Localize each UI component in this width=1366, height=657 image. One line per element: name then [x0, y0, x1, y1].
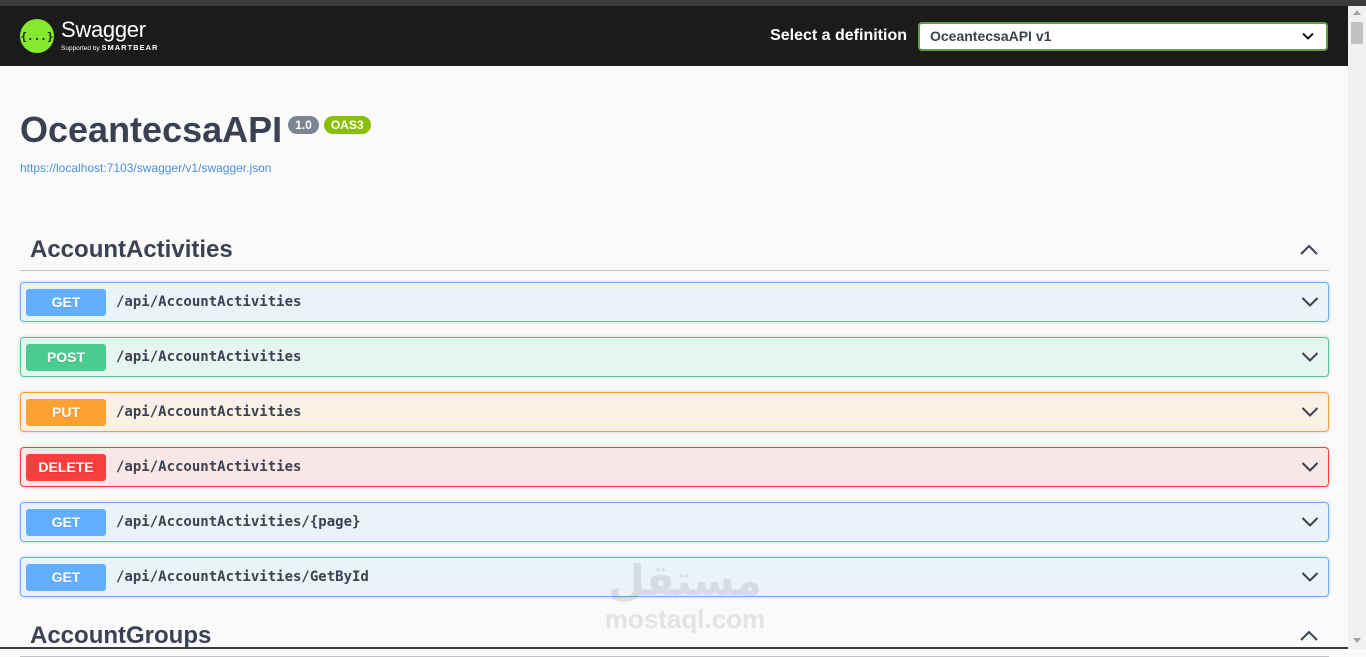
- method-badge: DELETE: [26, 453, 106, 481]
- oas-badge: OAS3: [323, 116, 371, 134]
- chevron-down-icon[interactable]: [1301, 351, 1319, 363]
- operation-path: /api/AccountActivities: [116, 459, 302, 475]
- chevron-up-icon[interactable]: [1299, 243, 1319, 257]
- operation-get-accountactivities[interactable]: GET /api/AccountActivities: [20, 282, 1329, 322]
- operation-path: /api/AccountActivities: [116, 294, 302, 310]
- method-badge: GET: [26, 508, 106, 536]
- method-badge: PUT: [26, 398, 106, 426]
- tag-section-accountactivities: AccountActivities: [20, 229, 1329, 271]
- chevron-down-icon[interactable]: [1301, 461, 1319, 473]
- tag-title: AccountGroups: [30, 621, 212, 649]
- scroll-up-arrow-icon[interactable]: [1353, 10, 1361, 15]
- scroll-down-arrow-icon[interactable]: [1353, 638, 1361, 643]
- method-badge: GET: [26, 288, 106, 316]
- operation-path: /api/AccountActivities: [116, 349, 302, 365]
- chevron-down-icon[interactable]: [1301, 516, 1319, 528]
- logo-text: Swagger Supported by SMARTBEAR: [61, 19, 158, 53]
- method-badge: POST: [26, 343, 106, 371]
- spec-url-link[interactable]: https://localhost:7103/swagger/v1/swagge…: [20, 161, 1330, 175]
- scroll-thumb[interactable]: [1351, 22, 1363, 44]
- chevron-down-icon: [1302, 32, 1314, 40]
- api-info: OceantecsaAPI 1.0 OAS3 https://localhost…: [20, 112, 1330, 175]
- tag-title: AccountActivities: [30, 235, 233, 263]
- operation-put-accountactivities[interactable]: PUT /api/AccountActivities: [20, 392, 1329, 432]
- swagger-logo[interactable]: {...} Swagger Supported by SMARTBEAR: [20, 19, 158, 53]
- operation-get-accountactivities-getbyid[interactable]: GET /api/AccountActivities/GetById: [20, 557, 1329, 597]
- chevron-down-icon[interactable]: [1301, 406, 1319, 418]
- definition-select[interactable]: OceantecsaAPI v1: [918, 21, 1328, 51]
- chevron-down-icon[interactable]: [1301, 296, 1319, 308]
- definition-select-value: OceantecsaAPI v1: [930, 28, 1052, 44]
- operation-post-accountactivities[interactable]: POST /api/AccountActivities: [20, 337, 1329, 377]
- version-badge: 1.0: [288, 116, 319, 134]
- chevron-up-icon[interactable]: [1299, 629, 1319, 643]
- definition-selector: Select a definition OceantecsaAPI v1: [770, 21, 1328, 51]
- operation-path: /api/AccountActivities/GetById: [116, 569, 369, 585]
- operation-path: /api/AccountActivities/{page}: [116, 514, 361, 530]
- logo-subtitle-brand: SMARTBEAR: [101, 43, 159, 53]
- logo-subtitle: Supported by SMARTBEAR: [61, 44, 158, 53]
- definition-label: Select a definition: [770, 27, 907, 44]
- chevron-down-icon[interactable]: [1301, 571, 1319, 583]
- page-scrollbar[interactable]: [1348, 6, 1366, 649]
- operation-delete-accountactivities[interactable]: DELETE /api/AccountActivities: [20, 447, 1329, 487]
- topbar: {...} Swagger Supported by SMARTBEAR Sel…: [0, 6, 1348, 66]
- title-row: OceantecsaAPI 1.0 OAS3: [20, 112, 1330, 148]
- operation-path: /api/AccountActivities: [116, 404, 302, 420]
- operation-get-accountactivities-page[interactable]: GET /api/AccountActivities/{page}: [20, 502, 1329, 542]
- tag-header[interactable]: AccountGroups: [20, 615, 1329, 657]
- logo-subtitle-prefix: Supported by: [61, 45, 100, 53]
- logo-name: Swagger: [61, 17, 146, 43]
- tag-header[interactable]: AccountActivities: [20, 229, 1329, 271]
- tag-section-accountgroups: AccountGroups: [20, 615, 1329, 657]
- method-badge: GET: [26, 563, 106, 591]
- swagger-logo-icon: {...}: [20, 19, 54, 53]
- api-title: OceantecsaAPI: [20, 109, 283, 150]
